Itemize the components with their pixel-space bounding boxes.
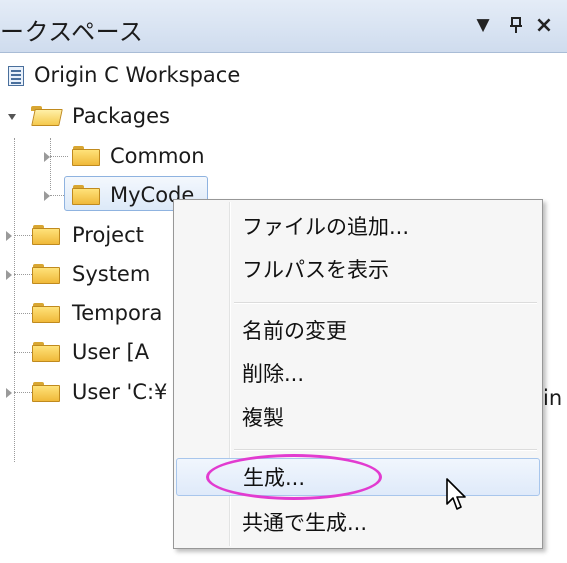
tree-node-label: User [A (72, 340, 150, 364)
panel-title: ークスペース (0, 18, 144, 46)
tree-node-user-a[interactable]: User [A (72, 335, 149, 369)
menu-item-duplicate[interactable]: 複製 (176, 398, 540, 436)
menu-separator (234, 302, 537, 304)
menu-item-label: ファイルの追加... (242, 215, 410, 239)
tree-node-user-c[interactable]: User 'C:¥ (72, 375, 167, 409)
close-icon: × (534, 12, 554, 38)
tree-node-project[interactable]: Project (72, 218, 144, 252)
folder-icon (32, 382, 60, 402)
folder-icon (72, 185, 100, 205)
expand-closed-icon[interactable] (44, 191, 50, 201)
menu-item-label: フルパスを表示 (242, 258, 389, 282)
pin-icon (510, 17, 522, 33)
tree-node-label: Tempora (72, 301, 163, 325)
panel-pin-button[interactable] (503, 11, 529, 39)
menu-separator (234, 449, 537, 451)
menu-item-build-common[interactable]: 共通で生成... (176, 503, 540, 541)
mouse-cursor-icon (446, 478, 466, 510)
tree-node-temporary[interactable]: Tempora (72, 296, 162, 330)
expand-open-icon[interactable] (8, 114, 16, 120)
menu-item-label: 削除... (242, 362, 305, 386)
tree-node-root[interactable]: Origin C Workspace (34, 58, 240, 92)
menu-item-delete[interactable]: 削除... (176, 354, 540, 392)
expand-closed-icon[interactable] (6, 388, 12, 398)
tree-node-label: Common (110, 144, 205, 168)
folder-open-icon (30, 106, 63, 126)
folder-icon (32, 342, 60, 362)
tree-node-system[interactable]: System (72, 257, 150, 291)
tree-node-packages[interactable]: Packages (72, 99, 170, 133)
tree-node-label: System (72, 262, 151, 286)
tree-node-common[interactable]: Common (110, 139, 205, 173)
menu-item-show-full-path[interactable]: フルパスを表示 (176, 250, 540, 288)
panel-title-bar: ークスペース ▼ × (0, 0, 567, 53)
menu-item-label: 共通で生成... (242, 511, 368, 535)
workspace-icon (8, 66, 24, 86)
menu-item-add-file[interactable]: ファイルの追加... (176, 207, 540, 245)
expand-closed-icon[interactable] (6, 270, 12, 280)
tree-node-label: User 'C:¥ (72, 380, 168, 404)
dropdown-arrow-icon: ▼ (476, 15, 490, 35)
expand-closed-icon[interactable] (6, 231, 12, 241)
context-menu: ファイルの追加... フルパスを表示 名前の変更 削除... 複製 生成... … (173, 199, 543, 549)
folder-icon (32, 303, 60, 323)
menu-item-label: 複製 (242, 406, 284, 430)
tree-node-label: Origin C Workspace (34, 63, 241, 87)
tree-node-user-c-trailing: in (543, 386, 563, 410)
folder-icon (72, 146, 100, 166)
tree-node-label: Packages (72, 104, 170, 128)
expand-closed-icon[interactable] (44, 152, 50, 162)
folder-icon (32, 264, 60, 284)
highlight-ellipse (206, 454, 382, 500)
folder-icon (32, 225, 60, 245)
panel-close-button[interactable]: × (531, 11, 557, 39)
menu-item-label: 名前の変更 (242, 319, 347, 343)
tree-node-label: Project (72, 223, 144, 247)
panel-dropdown-button[interactable]: ▼ (470, 11, 496, 39)
menu-item-rename[interactable]: 名前の変更 (176, 311, 540, 349)
